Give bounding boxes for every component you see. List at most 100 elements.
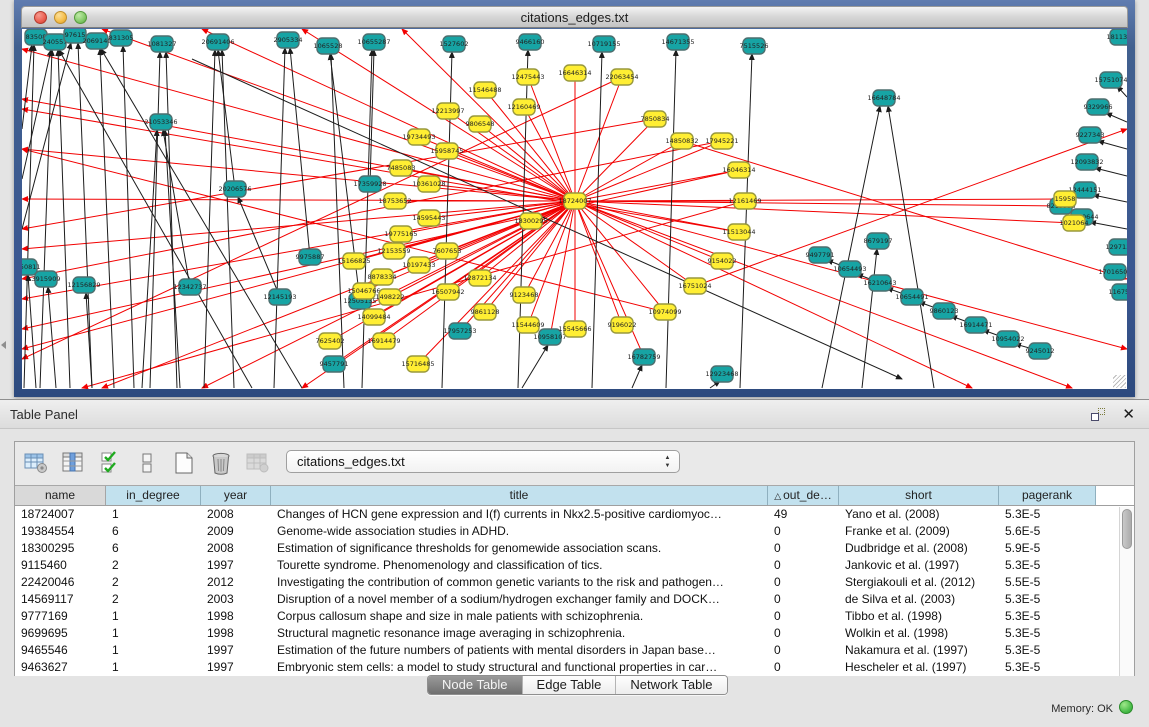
citation-edge[interactable] [1090,222,1127,229]
citation-edge[interactable] [40,50,52,388]
graph-node[interactable]: 12923468 [705,366,738,382]
graph-node[interactable]: 1081327 [148,36,177,52]
graph-node[interactable]: 9123468 [510,287,539,303]
table-cell[interactable]: 5.3E-5 [999,626,1096,643]
table-cell[interactable]: 1997 [201,660,271,676]
graph-node[interactable]: 9457791 [320,356,349,372]
tab-edge-table[interactable]: Edge Table [523,676,617,694]
citation-edge-selected[interactable] [524,107,575,201]
graph-node[interactable]: 7607653 [433,243,462,259]
table-cell[interactable]: 22420046 [15,575,106,592]
table-cell[interactable]: 19384554 [15,524,106,541]
table-scrollbar-thumb[interactable] [1122,509,1132,549]
graph-node[interactable]: 1065528 [314,38,343,54]
table-options-icon[interactable] [21,448,51,478]
network-window-titlebar[interactable]: citations_edges.txt [21,6,1128,28]
table-cell[interactable]: 2003 [201,592,271,609]
graph-node[interactable]: 12161469 [728,193,761,209]
graph-node[interactable]: 12153559 [377,243,410,259]
table-cell[interactable]: 0 [768,524,839,541]
citation-edge-selected[interactable] [575,170,739,201]
citation-edge-selected[interactable] [102,29,575,201]
citation-edge[interactable] [123,46,134,388]
table-row[interactable]: 977716911998Corpus callosum shape and si… [15,609,1104,626]
citation-edge[interactable] [100,49,114,388]
column-header-pagerank[interactable]: pagerank [999,486,1096,505]
table-cell[interactable]: Changes of HCN gene expression and I(f) … [271,507,768,524]
table-row[interactable]: 946554611997Estimation of the future num… [15,643,1104,660]
citation-edge[interactable] [59,50,252,388]
table-cell[interactable]: 1997 [201,558,271,575]
table-cell[interactable]: 18300295 [15,541,106,558]
graph-node[interactable]: 9154022 [708,253,737,269]
select-rows-icon[interactable] [95,448,125,478]
graph-node[interactable]: 9975887 [296,249,325,265]
table-cell[interactable]: Nakamura et al. (1997) [839,643,999,660]
citation-edge[interactable] [22,45,32,129]
graph-node[interactable]: 1167533 [1109,284,1127,300]
graph-node[interactable]: 19775165 [384,226,417,242]
table-cell[interactable]: 9115460 [15,558,106,575]
table-cell[interactable]: 5.6E-5 [999,524,1096,541]
table-cell[interactable]: 5.3E-5 [999,660,1096,676]
graph-node[interactable]: 1527602 [440,36,469,52]
graph-node[interactable]: 20691406 [201,34,234,50]
graph-node[interactable]: 10719155 [587,36,620,52]
table-cell[interactable]: 6 [106,541,201,558]
graph-node[interactable]: 12145193 [263,289,296,305]
table-cell[interactable]: 0 [768,626,839,643]
graph-node[interactable]: 9227343 [1076,127,1105,143]
graph-node[interactable]: 19734493 [402,129,435,145]
citation-edge[interactable] [28,275,36,388]
tab-network-table[interactable]: Network Table [616,676,726,694]
graph-node[interactable]: 12160469 [507,99,540,115]
memory-status-icon[interactable] [1119,700,1133,714]
table-row[interactable]: 2242004622012Investigating the contribut… [15,575,1104,592]
table-row[interactable]: 1456911722003Disruption of a novel membe… [15,592,1104,609]
citation-edge-selected[interactable] [575,199,1065,201]
graph-node[interactable]: 10655287 [357,34,390,50]
table-row[interactable]: 911546021997Tourette syndrome. Phenomeno… [15,558,1104,575]
graph-node[interactable]: 15958 [1054,191,1076,207]
graph-node[interactable]: 10654493 [833,261,866,277]
graph-node[interactable]: 17945221 [705,133,738,149]
table-cell[interactable]: 0 [768,592,839,609]
graph-node[interactable]: 7515526 [740,38,769,54]
citation-edge-selected[interactable] [575,201,1061,206]
graph-node[interactable]: 16507942 [431,284,464,300]
graph-node[interactable]: 12342737 [173,279,206,295]
citation-edge[interactable] [166,52,177,388]
table-cell[interactable]: 5.3E-5 [999,592,1096,609]
graph-node[interactable]: 16782759 [627,349,660,365]
table-cell[interactable]: 2008 [201,541,271,558]
column-header-out_de[interactable]: △out_de… [768,486,839,505]
graph-node[interactable]: 9466160 [516,34,545,50]
clear-selection-icon[interactable] [132,448,162,478]
citation-edge[interactable] [632,365,642,388]
float-panel-icon[interactable] [1091,408,1105,421]
citation-edge[interactable] [1093,195,1127,202]
table-cell[interactable]: 1998 [201,609,271,626]
table-cell[interactable]: 1 [106,643,201,660]
graph-node[interactable]: 15958745 [430,143,463,159]
graph-node[interactable]: 1498222 [376,289,405,305]
table-cell[interactable]: 49 [768,507,839,524]
citation-edge[interactable] [592,52,602,388]
table-cell[interactable]: 1997 [201,643,271,660]
table-cell[interactable]: 18724007 [15,507,106,524]
table-cell[interactable]: 1 [106,660,201,676]
table-cell[interactable]: 9777169 [15,609,106,626]
citation-edge[interactable] [666,50,676,388]
citation-edge[interactable] [522,345,548,388]
graph-node[interactable]: 16648784 [867,90,900,106]
table-cell[interactable]: 1 [106,626,201,643]
table-row[interactable]: 1938455462009Genome-wide association stu… [15,524,1104,541]
table-cell[interactable]: Estimation of the future numbers of pati… [271,643,768,660]
graph-node[interactable]: 17957253 [443,323,476,339]
table-cell[interactable]: 2 [106,558,201,575]
citation-graph[interactable]: 8350824055797615206914083130510813272069… [22,29,1127,389]
table-cell[interactable]: 2009 [201,524,271,541]
table-row[interactable]: 969969511998Structural magnetic resonanc… [15,626,1104,643]
table-cell[interactable]: Corpus callosum shape and size in male p… [271,609,768,626]
column-header-year[interactable]: year [201,486,271,505]
